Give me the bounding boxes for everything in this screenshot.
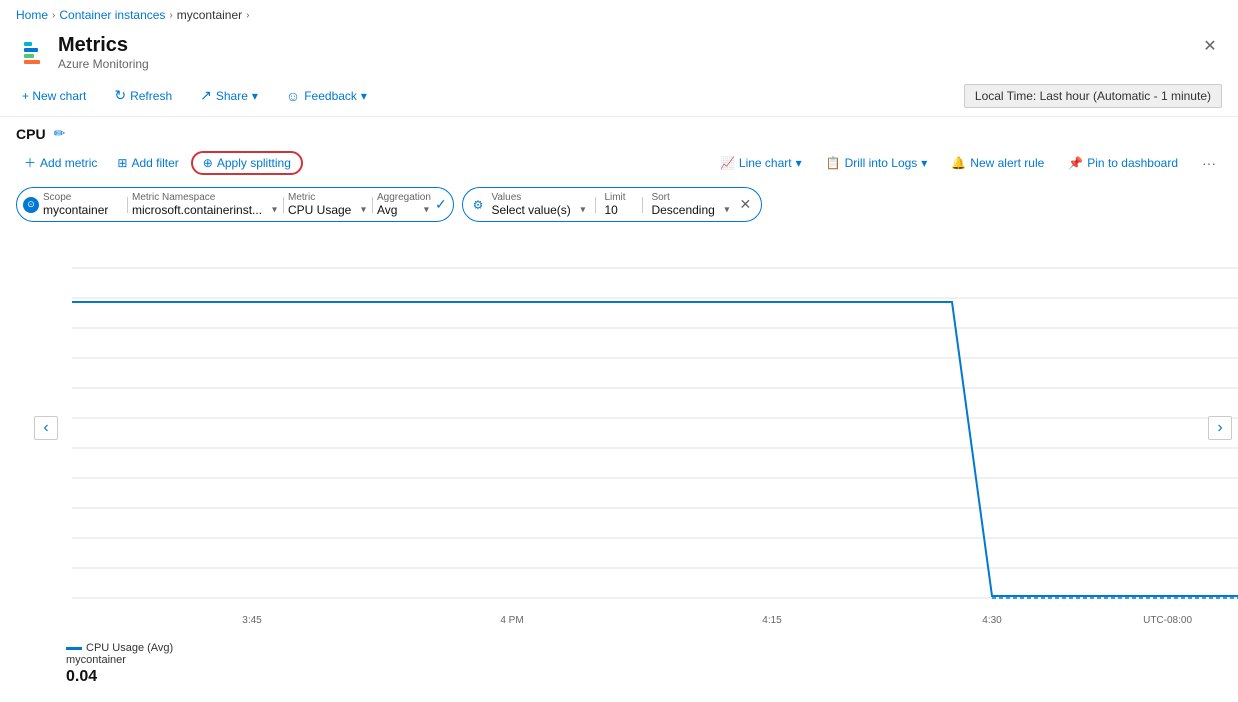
- drill-label: Drill into Logs: [845, 156, 918, 170]
- breadcrumb-container-instances[interactable]: Container instances: [59, 8, 165, 22]
- pin-label: Pin to dashboard: [1087, 156, 1178, 170]
- page-subtitle: Azure Monitoring: [58, 57, 149, 71]
- new-chart-button[interactable]: + New chart: [16, 85, 92, 107]
- breadcrumb: Home › Container instances › mycontainer…: [0, 0, 1238, 30]
- drill-chevron-icon: ▾: [921, 156, 927, 170]
- chart-svg: 0.55 0.50 0.45 0.40 0.35 0.30 0.25 0.20 …: [72, 238, 1238, 638]
- share-button[interactable]: ↗ Share ▾: [194, 83, 264, 108]
- share-chevron-icon: ▾: [252, 89, 258, 103]
- svg-text:4:15: 4:15: [762, 615, 782, 626]
- metric-select[interactable]: CPU Usage: [288, 203, 368, 217]
- refresh-button[interactable]: ↻ Refresh: [108, 83, 178, 108]
- legend-color-swatch: [66, 647, 82, 650]
- metric-check-icon[interactable]: ✓: [435, 196, 447, 213]
- legend-value: 0.04: [66, 668, 173, 686]
- legend-item: CPU Usage (Avg) mycontainer 0.04: [66, 642, 173, 686]
- line-chart-button[interactable]: 📈 Line chart ▾: [714, 152, 808, 174]
- feedback-icon: ☺: [286, 88, 300, 104]
- refresh-label: Refresh: [130, 89, 172, 103]
- scope-input[interactable]: [43, 203, 123, 217]
- chart-nav-right[interactable]: ›: [1208, 416, 1232, 440]
- scope-icon: ⊙: [23, 197, 39, 213]
- metric-label: Metric: [288, 192, 368, 203]
- edit-icon[interactable]: ✏: [54, 125, 66, 142]
- more-options-button[interactable]: ···: [1196, 151, 1222, 175]
- chart-controls: ＋ Add metric ⊞ Add filter ⊕ Apply splitt…: [16, 150, 1222, 175]
- pin-icon: 📌: [1068, 156, 1083, 170]
- alert-icon: 🔔: [951, 156, 966, 170]
- svg-text:4 PM: 4 PM: [500, 615, 523, 626]
- add-filter-button[interactable]: ⊞ Add filter: [109, 152, 186, 174]
- splitting-pill: ⚙ Values Select value(s) Limit Sort: [462, 187, 763, 222]
- breadcrumb-home[interactable]: Home: [16, 8, 48, 22]
- namespace-select[interactable]: microsoft.containerinst...: [132, 203, 279, 217]
- legend-label1: CPU Usage (Avg): [86, 642, 173, 654]
- add-filter-label: Add filter: [131, 156, 178, 170]
- aggregation-select[interactable]: Avg: [377, 203, 414, 217]
- add-metric-label: Add metric: [40, 156, 97, 170]
- sort-select[interactable]: Descending: [651, 203, 731, 217]
- chart-wrapper: ‹ 0.55 0.50 0.45 0.40 0.35 0.30 0.25 0.2: [32, 238, 1222, 638]
- add-metric-icon: ＋: [24, 154, 36, 171]
- values-select[interactable]: Select value(s): [491, 203, 587, 217]
- line-chart-chevron-icon: ▾: [796, 156, 802, 170]
- page-header: Metrics Azure Monitoring ✕: [0, 30, 1238, 79]
- time-range-selector[interactable]: Local Time: Last hour (Automatic - 1 min…: [964, 84, 1222, 108]
- breadcrumb-sep2: ›: [169, 10, 172, 21]
- svg-text:4:30: 4:30: [982, 615, 1002, 626]
- chart-legend: CPU Usage (Avg) mycontainer 0.04: [16, 638, 1222, 694]
- scope-label: Scope: [43, 192, 123, 203]
- svg-text:3:45: 3:45: [242, 615, 262, 626]
- chart-title: CPU: [16, 126, 46, 142]
- aggregation-label: Aggregation: [377, 192, 431, 203]
- line-chart-icon: 📈: [720, 156, 735, 170]
- page-title: Metrics: [58, 34, 149, 57]
- main-metric-pill: ⊙ Scope Metric Namespace microsoft.conta…: [16, 187, 454, 222]
- line-chart-label: Line chart: [739, 156, 792, 170]
- filter-icon: ⊞: [117, 156, 127, 170]
- chart-nav-left[interactable]: ‹: [34, 416, 58, 440]
- toolbar: + New chart ↻ Refresh ↗ Share ▾ ☺ Feedba…: [0, 79, 1238, 117]
- splitting-settings-icon: ⚙: [473, 198, 484, 212]
- share-icon: ↗: [200, 87, 212, 104]
- svg-text:UTC-08:00: UTC-08:00: [1143, 615, 1192, 626]
- new-alert-rule-button[interactable]: 🔔 New alert rule: [945, 152, 1050, 174]
- breadcrumb-mycontainer: mycontainer: [177, 8, 242, 22]
- values-label: Values: [491, 192, 587, 203]
- chart-section: CPU ✏ ＋ Add metric ⊞ Add filter ⊕ Apply …: [0, 117, 1238, 702]
- breadcrumb-sep3: ›: [246, 10, 249, 21]
- namespace-label: Metric Namespace: [132, 192, 279, 203]
- app-icon: [16, 37, 48, 69]
- share-label: Share: [216, 89, 248, 103]
- splitting-icon: ⊕: [203, 156, 213, 170]
- drill-into-logs-button[interactable]: 📋 Drill into Logs ▾: [820, 152, 934, 174]
- drill-icon: 📋: [826, 156, 841, 170]
- legend-label2: mycontainer: [66, 654, 173, 666]
- limit-input[interactable]: [604, 203, 634, 217]
- apply-splitting-button[interactable]: ⊕ Apply splitting: [191, 151, 303, 175]
- limit-label: Limit: [604, 192, 634, 203]
- sort-label: Sort: [651, 192, 731, 203]
- pin-to-dashboard-button[interactable]: 📌 Pin to dashboard: [1062, 152, 1184, 174]
- alert-label: New alert rule: [970, 156, 1044, 170]
- refresh-icon: ↻: [114, 87, 126, 104]
- metric-row: ⊙ Scope Metric Namespace microsoft.conta…: [16, 183, 1222, 226]
- add-metric-button[interactable]: ＋ Add metric: [16, 150, 105, 175]
- chart-title-row: CPU ✏: [16, 125, 1222, 142]
- feedback-label: Feedback: [304, 89, 357, 103]
- splitting-close-icon[interactable]: ✕: [739, 196, 751, 213]
- feedback-chevron-icon: ▾: [361, 89, 367, 103]
- close-button[interactable]: ✕: [1198, 34, 1222, 58]
- feedback-button[interactable]: ☺ Feedback ▾: [280, 84, 373, 108]
- breadcrumb-sep1: ›: [52, 10, 55, 21]
- apply-splitting-label: Apply splitting: [217, 156, 291, 170]
